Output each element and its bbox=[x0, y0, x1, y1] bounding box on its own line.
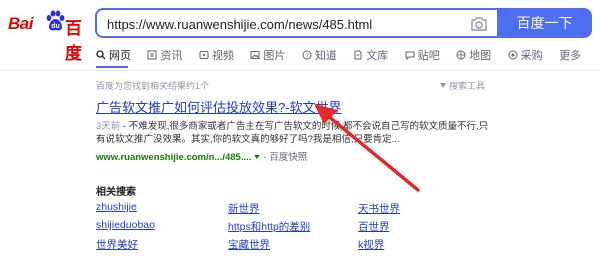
tab-label: 视频 bbox=[211, 49, 234, 62]
tab-zhidao[interactable]: ? 知道 bbox=[302, 47, 337, 63]
baidu-logo[interactable]: Bai du 百度 bbox=[8, 10, 88, 63]
tab-label: 图片 bbox=[263, 49, 286, 62]
tab-tieba[interactable]: 贴吧 bbox=[405, 47, 440, 63]
tab-label: 地图 bbox=[469, 49, 492, 62]
search-button[interactable]: 百度一下 bbox=[497, 8, 592, 38]
document-icon bbox=[354, 50, 362, 60]
search-icon bbox=[96, 50, 106, 60]
image-icon bbox=[250, 50, 260, 59]
logo-text-du: 百度 bbox=[65, 19, 82, 63]
tab-label: 采购 bbox=[520, 49, 543, 62]
search-tools-label: 搜索工具 bbox=[449, 81, 486, 91]
search-tabs: 网页 资讯 视频 图片 ? 知道 文库 贴吧 地图 采购 更多 bbox=[96, 46, 593, 66]
related-search-link[interactable]: https和http的差别 bbox=[228, 219, 310, 234]
divider bbox=[0, 70, 600, 71]
search-box bbox=[95, 8, 498, 38]
tab-map[interactable]: 地图 bbox=[456, 47, 491, 63]
tab-news[interactable]: 资讯 bbox=[147, 47, 182, 63]
tab-video[interactable]: 视频 bbox=[199, 47, 234, 63]
question-icon: ? bbox=[302, 50, 312, 60]
svg-text:du: du bbox=[51, 23, 60, 30]
forum-icon bbox=[405, 51, 415, 60]
chevron-down-icon[interactable] bbox=[254, 155, 261, 159]
result-date: 3天前 bbox=[96, 121, 121, 132]
result-title-link[interactable]: 广告软文推广如何评估投放效果?-软文世界 bbox=[96, 97, 342, 116]
tab-label: 贴吧 bbox=[417, 49, 440, 62]
result-url-row: www.ruanwenshijie.com/n.../485.... - 百度快照 bbox=[96, 149, 307, 163]
map-icon bbox=[456, 50, 466, 60]
related-search-link[interactable]: k视界 bbox=[358, 237, 384, 252]
tab-label: 文库 bbox=[366, 49, 389, 62]
tab-web[interactable]: 网页 bbox=[96, 47, 131, 63]
separator-dash: - bbox=[263, 152, 267, 163]
tab-label: 知道 bbox=[314, 49, 337, 62]
related-search-link[interactable]: 天书世界 bbox=[358, 201, 400, 216]
search-input[interactable] bbox=[107, 14, 457, 34]
related-search-link[interactable]: shijieduobao bbox=[96, 219, 155, 231]
related-search-link[interactable]: 宝藏世界 bbox=[228, 237, 270, 252]
result-snippet-text: - 不难发现,很多商家或者广告主在写广告软文的时候,都不会说自己写的软文质量不行… bbox=[96, 121, 489, 145]
news-icon bbox=[147, 50, 157, 60]
camera-icon[interactable] bbox=[470, 16, 488, 32]
result-snippet: 3天前 - 不难发现,很多商家或者广告主在写广告软文的时候,都不会说自己写的软文… bbox=[96, 120, 496, 146]
related-search-link[interactable]: 新世界 bbox=[228, 201, 260, 216]
funnel-icon bbox=[440, 83, 446, 88]
active-tab-indicator bbox=[96, 66, 128, 68]
tab-purchase[interactable]: 采购 bbox=[508, 47, 543, 63]
result-url[interactable]: www.ruanwenshijie.com/n.../485.... bbox=[96, 152, 251, 163]
tab-more[interactable]: 更多 bbox=[559, 47, 581, 63]
logo-text-bai: Bai bbox=[8, 14, 33, 33]
video-icon bbox=[199, 50, 209, 59]
paw-icon: du bbox=[46, 10, 65, 31]
related-searches-title: 相关搜索 bbox=[96, 187, 136, 198]
tab-wenku[interactable]: 文库 bbox=[353, 47, 388, 63]
tab-label: 资讯 bbox=[160, 49, 183, 62]
related-search-link[interactable]: 世界美好 bbox=[96, 237, 138, 252]
tab-image[interactable]: 图片 bbox=[250, 47, 285, 63]
result-count: 百度为您找到相关结果约1个 bbox=[96, 81, 210, 91]
purchase-icon bbox=[508, 50, 518, 60]
related-search-link[interactable]: 百世界 bbox=[358, 219, 390, 234]
snapshot-link[interactable]: 百度快照 bbox=[269, 152, 307, 163]
related-search-link[interactable]: zhushijie bbox=[96, 201, 137, 213]
search-tools-button[interactable]: 搜索工具 bbox=[440, 79, 485, 92]
tab-label: 网页 bbox=[109, 49, 131, 62]
